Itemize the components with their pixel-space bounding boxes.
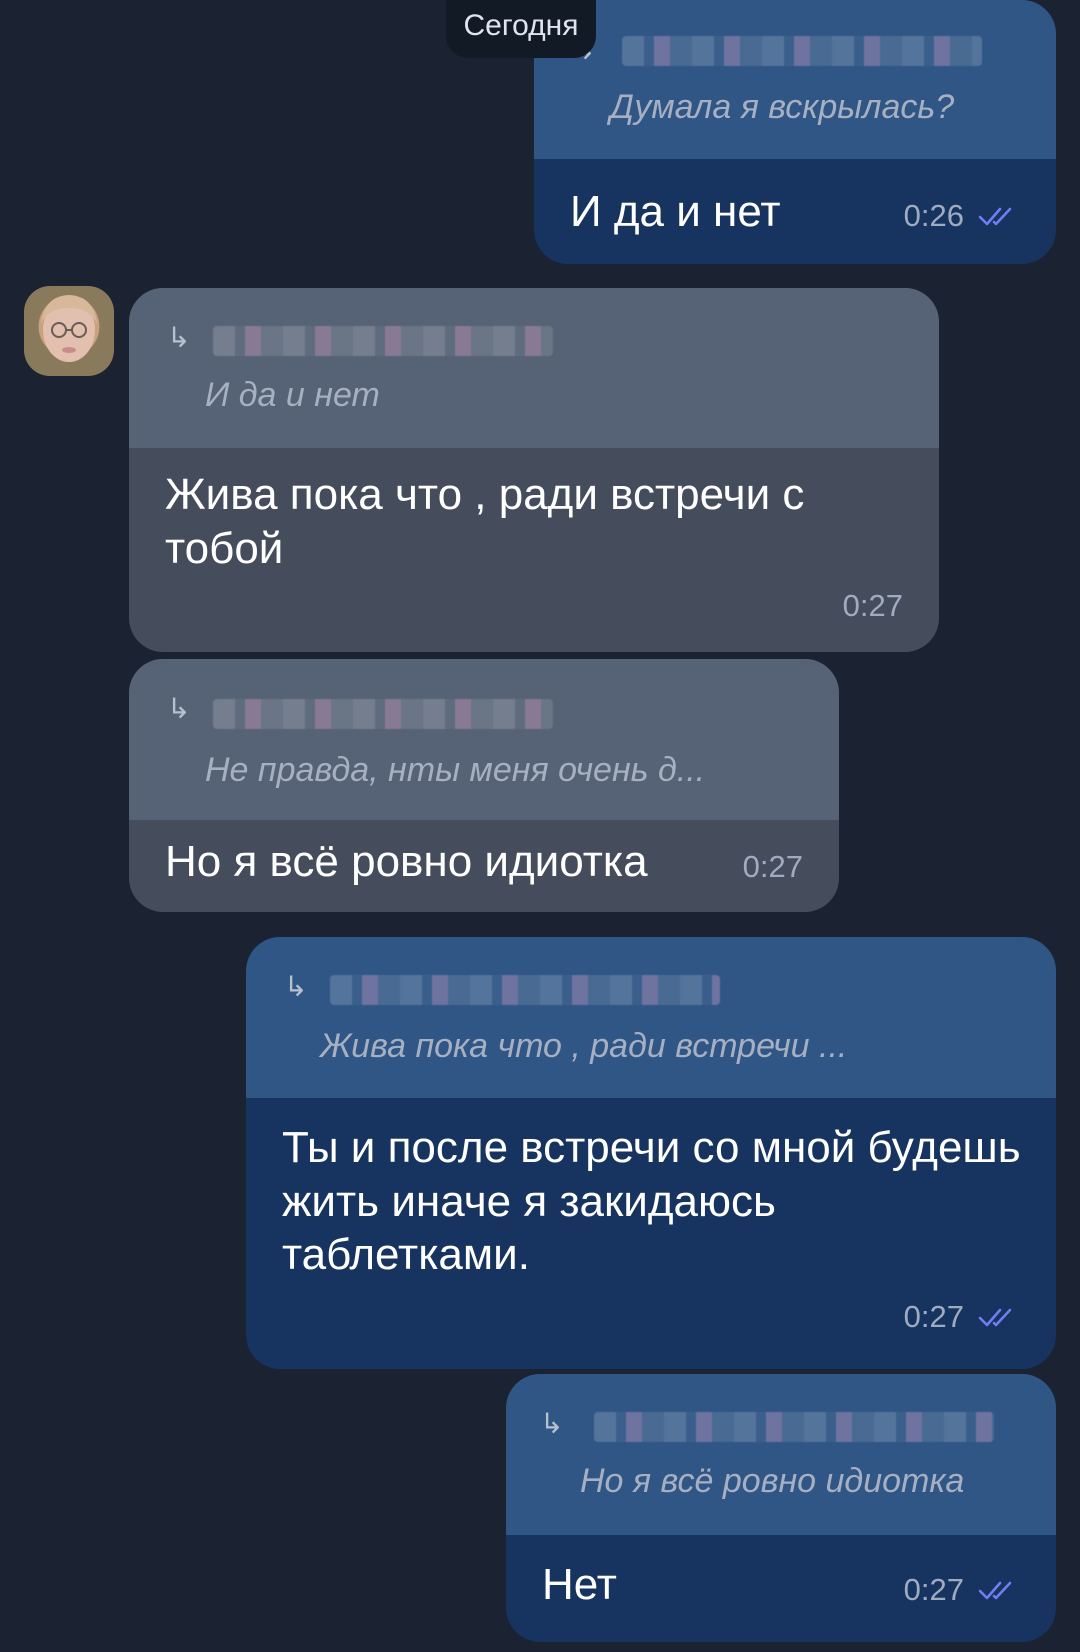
double-check-icon [978,207,1012,226]
message-time: 0:26 [903,198,964,233]
avatar[interactable] [24,286,114,376]
reply-author-name-pixelated [622,36,982,66]
reply-author-name-pixelated [213,326,553,356]
reply-quote-text: Не правда, нты меня очень д... [205,751,706,789]
message-meta: 0:27 [904,1572,1018,1608]
reply-author-name-pixelated [330,975,720,1005]
message-bubble-incoming[interactable]: ↳ И да и нет Жива пока что , ради встреч… [129,288,939,652]
double-check-icon [978,1308,1012,1327]
reply-quote-text: Жива пока что , ради встречи ... [320,1027,848,1065]
reply-arrow-icon: ↳ [167,322,191,353]
reply-preview[interactable]: ↳ Но я всё ровно идиотка [506,1374,1056,1535]
reply-preview[interactable]: ↳ Жива пока что , ради встречи ... [246,937,1056,1098]
message-time: 0:27 [903,1299,964,1334]
message-bubble-outgoing[interactable]: ↳ Но я всё ровно идиотка Нет 0:27 [506,1374,1056,1642]
message-time: 0:27 [742,849,803,884]
reply-preview[interactable]: ↳ И да и нет [129,288,939,448]
message-bubble-outgoing[interactable]: ↳ Жива пока что , ради встречи ... Ты и … [246,937,1056,1369]
message-bubble-outgoing[interactable]: ↳ Думала я вскрылась? И да и нет 0:26 [534,0,1056,264]
message-text: Ты и после встречи со мной будешь жить и… [282,1123,1021,1280]
date-separator: Сегодня [446,0,596,58]
message-meta: 0:27 [904,1299,1018,1335]
reply-quote-text: Но я всё ровно идиотка [580,1462,965,1500]
message-bubble-incoming[interactable]: ↳ Не правда, нты меня очень д... Но я вс… [129,659,839,912]
reply-quote-text: И да и нет [205,376,380,414]
message-text: Но я всё ровно идиотка [165,837,648,886]
reply-arrow-icon: ↳ [167,693,191,724]
message-time: 0:27 [903,1572,964,1607]
message-text: И да и нет [570,187,781,236]
message-text: Нет [542,1560,617,1609]
message-text: Жива пока что , ради встречи с тобой [165,470,805,573]
reply-preview[interactable]: ↳ Думала я вскрылась? [534,0,1056,159]
message-meta: 0:27 [743,849,803,885]
reply-arrow-icon: ↳ [284,971,308,1002]
message-meta: 0:26 [904,198,1018,234]
chat-view: ↳ Думала я вскрылась? И да и нет 0:26 Се… [0,0,1080,1652]
reply-author-name-pixelated [213,699,553,729]
reply-author-name-pixelated [594,1412,994,1442]
reply-arrow-icon: ↳ [540,1408,564,1439]
message-meta: 0:27 [843,588,903,624]
reply-preview[interactable]: ↳ Не правда, нты меня очень д... [129,659,839,820]
avatar-portrait [41,295,97,362]
reply-quote-text: Думала я вскрылась? [610,88,955,126]
double-check-icon [978,1581,1012,1600]
message-time: 0:27 [842,588,903,623]
